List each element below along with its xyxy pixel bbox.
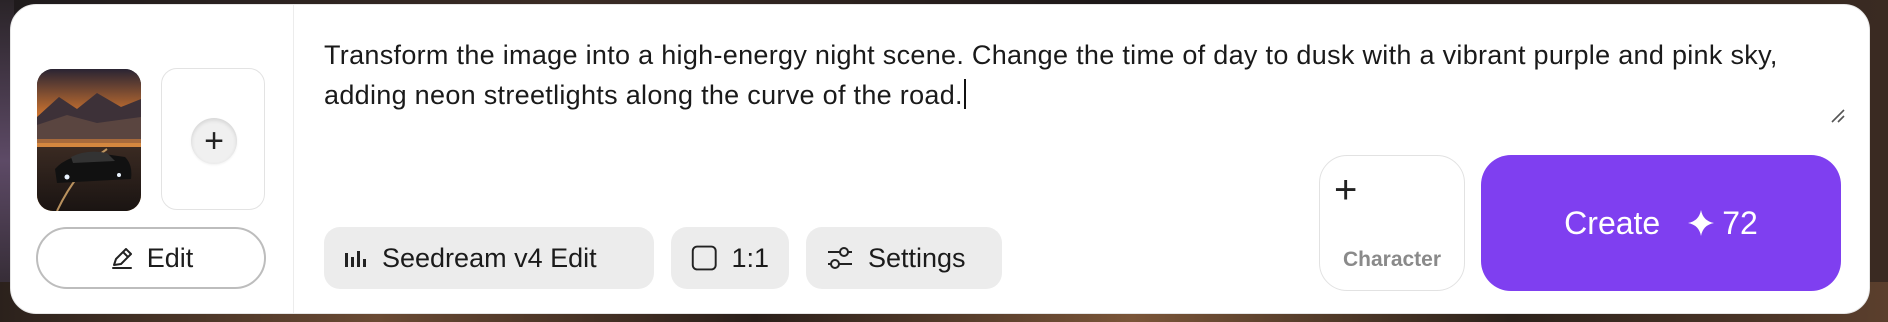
reference-image-thumbnail[interactable]	[37, 69, 141, 211]
model-selector-button[interactable]: Seedream v4 Edit	[324, 227, 654, 289]
aspect-ratio-button[interactable]: 1:1	[671, 227, 789, 289]
bars-icon	[345, 251, 366, 267]
credits-cost: 72	[1686, 205, 1758, 242]
model-label: Seedream v4 Edit	[382, 242, 597, 273]
prompt-text: Transform the image into a high-energy n…	[324, 40, 1778, 110]
car-photo	[37, 69, 141, 211]
create-button[interactable]: Create 72	[1481, 155, 1841, 291]
sparkle-icon	[1688, 210, 1715, 236]
edit-button-label: Edit	[146, 242, 194, 273]
settings-button[interactable]: Settings	[806, 227, 1002, 289]
reference-column: + Edit	[11, 5, 294, 313]
character-label: Character	[1342, 248, 1442, 271]
square-icon	[691, 245, 717, 271]
plus-icon: +	[1334, 168, 1358, 212]
credits-value: 72	[1722, 204, 1758, 241]
add-character-button[interactable]: + Character	[1319, 155, 1465, 291]
settings-label: Settings	[868, 242, 966, 273]
sliders-icon	[828, 247, 852, 269]
resize-handle-icon[interactable]	[1829, 107, 1845, 123]
text-caret	[963, 79, 966, 109]
prompt-panel: + Edit Transform the image into a high-e…	[10, 4, 1870, 314]
create-label: Create	[1564, 204, 1661, 241]
plus-icon: +	[191, 118, 237, 164]
add-reference-button[interactable]: +	[161, 68, 265, 210]
prompt-textarea[interactable]: Transform the image into a high-energy n…	[324, 35, 1844, 135]
pencil-icon	[111, 248, 132, 269]
edit-button[interactable]: Edit	[36, 227, 266, 289]
aspect-ratio-label: 1:1	[731, 242, 769, 273]
